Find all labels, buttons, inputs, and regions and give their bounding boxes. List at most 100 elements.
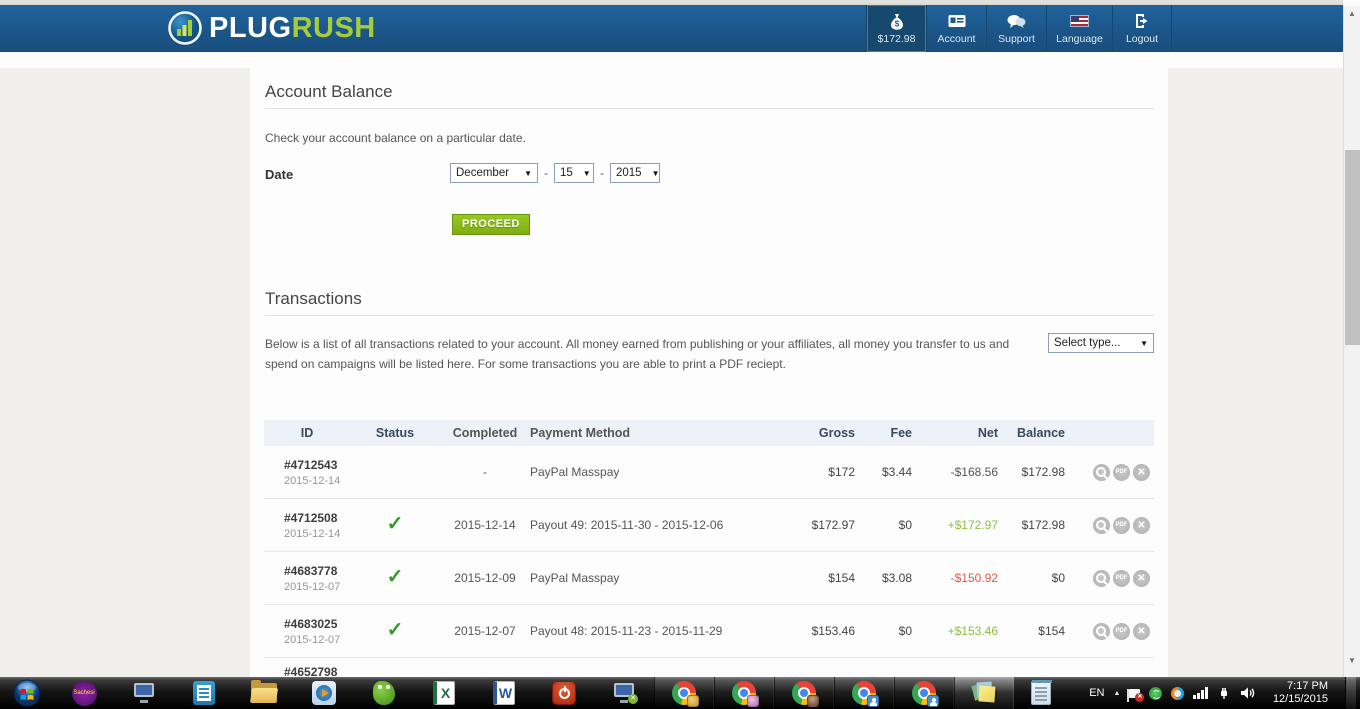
delete-transaction-icon[interactable]: ✕ — [1133, 569, 1150, 587]
payment-method: Payout 48: 2015-11-23 - 2015-11-29 — [530, 624, 723, 638]
app-tray-icon[interactable] — [1171, 686, 1185, 700]
balance-amount: $172.98 — [1021, 465, 1065, 479]
nav-account-button[interactable]: Account — [926, 5, 986, 52]
gross-amount: $153.46 — [811, 624, 855, 638]
power-off-icon — [552, 681, 576, 705]
account-balance-description: Check your account balance on a particul… — [265, 131, 526, 145]
language-indicator[interactable]: EN — [1089, 687, 1104, 699]
volume-icon[interactable] — [1240, 686, 1256, 700]
header-completed: Completed — [452, 426, 518, 440]
taskbar-file-explorer-button[interactable] — [234, 677, 294, 709]
logout-icon — [1134, 12, 1150, 30]
taskbar-chrome-profile-1-button[interactable] — [654, 677, 714, 709]
chrome-icon — [852, 681, 879, 707]
navbar-menu: $ $172.98 Account Support Language Logou… — [866, 5, 1172, 52]
taskbar-power-off-button[interactable] — [534, 677, 594, 709]
nav-language-label: Language — [1056, 33, 1103, 45]
pdf-receipt-icon[interactable]: PDF — [1113, 516, 1130, 534]
scroll-up-arrow[interactable]: ▲ — [1344, 6, 1360, 22]
header-payment-method: Payment Method — [530, 426, 631, 440]
nav-balance-button[interactable]: $ $172.98 — [866, 5, 926, 52]
delete-transaction-icon[interactable]: ✕ — [1133, 622, 1150, 640]
delete-transaction-icon[interactable]: ✕ — [1133, 516, 1150, 534]
taskbar-dragon-app-button[interactable] — [354, 677, 414, 709]
taskbar-clock[interactable]: 7:17 PM 12/15/2015 — [1265, 680, 1336, 706]
account-balance-title: Account Balance — [265, 82, 393, 101]
status-check-icon: ✓ — [386, 513, 404, 535]
clock-date: 12/15/2015 — [1272, 693, 1328, 705]
taskbar-document-viewer-button[interactable] — [174, 677, 234, 709]
payment-method: PayPal Masspay — [530, 465, 620, 479]
proceed-button[interactable]: PROCEED — [452, 214, 530, 235]
computer-shutdown-icon: ✕ — [612, 683, 638, 704]
month-select-value: December — [456, 167, 510, 179]
taskbar-word-button[interactable]: W — [474, 677, 534, 709]
view-transaction-icon[interactable] — [1093, 569, 1110, 587]
scrollbar-thumb[interactable] — [1345, 150, 1360, 345]
transaction-id: #4652798 — [284, 665, 338, 677]
power-plug-icon[interactable] — [1217, 686, 1231, 700]
view-transaction-icon[interactable] — [1093, 463, 1110, 481]
plugrush-logo[interactable]: PLUGRUSH — [168, 11, 376, 45]
scroll-down-arrow[interactable]: ▼ — [1344, 653, 1360, 669]
page-content: Account Balance Check your account balan… — [0, 52, 1343, 677]
tray-expand-arrow[interactable]: ▲ — [1114, 690, 1121, 697]
status-check-icon: ✓ — [386, 619, 404, 641]
nav-logout-button[interactable]: Logout — [1112, 5, 1172, 52]
document-viewer-icon — [193, 681, 215, 705]
start-button[interactable] — [0, 677, 54, 709]
taskbar-shutdown-tool-button[interactable]: ✕ — [594, 677, 654, 709]
network-signal-icon[interactable] — [1193, 687, 1208, 699]
show-desktop-button[interactable] — [1345, 677, 1356, 709]
net-amount: -$168.56 — [950, 465, 998, 479]
delete-transaction-icon[interactable]: ✕ — [1133, 463, 1150, 481]
sync-status-icon[interactable] — [1149, 686, 1163, 700]
chrome-icon — [672, 681, 699, 707]
taskbar-media-player-button[interactable] — [294, 677, 354, 709]
action-center-flag-icon[interactable]: ✕ — [1127, 688, 1145, 702]
year-select[interactable]: 2015 ▼ — [610, 163, 660, 183]
taskbar-chrome-profile-4-button[interactable] — [834, 677, 894, 709]
taskbar-notepad-button[interactable] — [1014, 677, 1068, 709]
view-transaction-icon[interactable] — [1093, 622, 1110, 640]
transaction-date: 2015-12-07 — [284, 580, 341, 593]
nav-language-button[interactable]: Language — [1046, 5, 1112, 52]
profile-avatar — [747, 695, 759, 707]
excel-icon: X — [433, 681, 455, 705]
pdf-receipt-icon[interactable]: PDF — [1113, 622, 1130, 640]
chrome-icon — [792, 681, 819, 707]
net-amount: +$153.46 — [947, 624, 998, 638]
gross-amount: $172.97 — [811, 518, 855, 532]
day-select[interactable]: 15 ▼ — [554, 163, 594, 183]
pdf-receipt-icon[interactable]: PDF — [1113, 463, 1130, 481]
chevron-down-icon: ▼ — [582, 168, 591, 178]
header-net: Net — [977, 426, 998, 440]
taskbar-sachesi-button[interactable]: Sachesi — [54, 677, 114, 709]
balance-amount: $154 — [1038, 624, 1065, 638]
fee-amount: $3.08 — [881, 571, 912, 585]
transaction-date: 2015-12-07 — [284, 633, 341, 646]
taskbar-sticky-notes-button[interactable] — [954, 677, 1014, 709]
chevron-down-icon: ▼ — [1140, 338, 1148, 348]
chevron-down-icon: ▼ — [651, 168, 660, 178]
browser-scrollbar[interactable]: ▲ ▼ — [1343, 0, 1360, 677]
taskbar-chrome-profile-2-button[interactable] — [714, 677, 774, 709]
divider — [265, 108, 1154, 109]
taskbar-chrome-profile-5-button[interactable] — [894, 677, 954, 709]
transaction-type-select[interactable]: Select type... ▼ — [1048, 333, 1154, 353]
month-select[interactable]: December ▼ — [450, 163, 538, 183]
completed-date: 2015-12-14 — [454, 518, 516, 532]
view-transaction-icon[interactable] — [1093, 516, 1110, 534]
taskbar-excel-button[interactable]: X — [414, 677, 474, 709]
table-header-row: ID Status Completed Payment Method Gross… — [264, 420, 1154, 446]
taskbar-remote-assistance-button[interactable] — [114, 677, 174, 709]
date-label: Date — [265, 167, 294, 182]
word-icon: W — [493, 681, 515, 705]
date-selectors: December ▼ - 15 ▼ - 2015 ▼ — [450, 163, 660, 183]
transaction-id: #4712508 — [284, 510, 338, 525]
nav-support-button[interactable]: Support — [986, 5, 1046, 52]
taskbar-chrome-profile-3-button[interactable] — [774, 677, 834, 709]
net-amount: +$172.97 — [947, 518, 998, 532]
header-status: Status — [375, 426, 415, 440]
pdf-receipt-icon[interactable]: PDF — [1113, 569, 1130, 587]
